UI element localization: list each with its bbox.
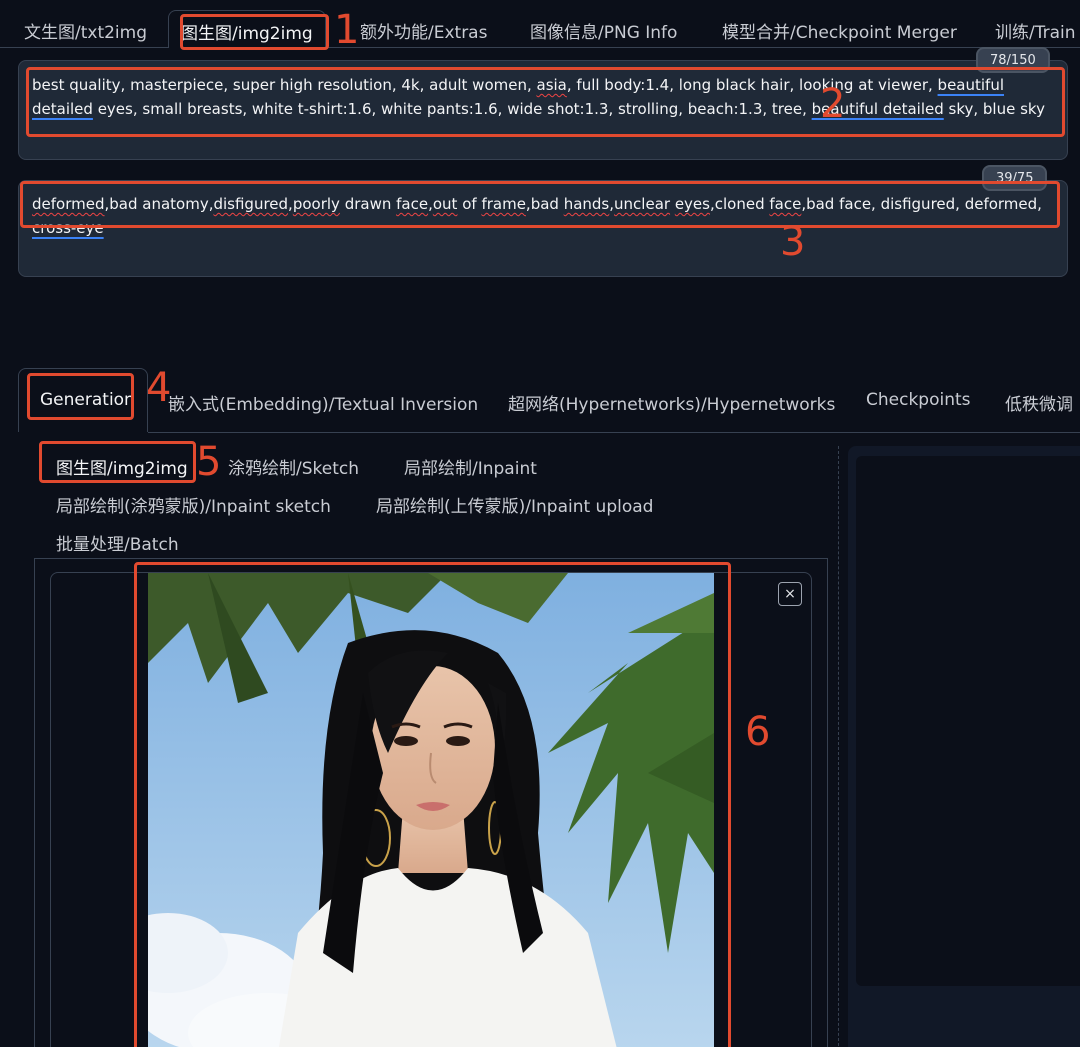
negative-prompt-text-segment: out bbox=[432, 195, 458, 213]
tab-checkpoints[interactable]: Checkpoints bbox=[866, 390, 971, 410]
prompt-text-segment: , full body:1.4, long black hair, lookin… bbox=[566, 76, 938, 94]
tab-hypernetworks[interactable]: 超网络(Hypernetworks)/Hypernetworks bbox=[508, 390, 835, 415]
prompt-text-segment: sky, blue sky bbox=[943, 100, 1045, 118]
prompt-text-segment: best quality, masterpiece, super high re… bbox=[32, 76, 537, 94]
prompt-textarea[interactable]: best quality, masterpiece, super high re… bbox=[32, 73, 1058, 121]
output-gallery bbox=[856, 456, 1080, 986]
tab-checkpoint-merger[interactable]: 模型合并/Checkpoint Merger bbox=[722, 18, 957, 43]
annotation-number-3: 3 bbox=[780, 219, 806, 265]
tab-lora[interactable]: 低秩微调 bbox=[1005, 390, 1073, 415]
negative-prompt-text-segment: of bbox=[457, 195, 482, 213]
negative-prompt-text-segment: unclear bbox=[614, 195, 671, 213]
tab-train[interactable]: 训练/Train bbox=[995, 18, 1076, 43]
negative-prompt-text-segment: eyes bbox=[674, 195, 710, 213]
negative-prompt-text-segment: drawn bbox=[339, 195, 397, 213]
negative-prompt-text-segment: poorly bbox=[292, 195, 340, 213]
negative-prompt-text-segment: face bbox=[396, 195, 429, 213]
negative-prompt-text-segment: hands bbox=[563, 195, 610, 213]
negative-prompt-text-segment: frame bbox=[481, 195, 526, 213]
negative-prompt-token-counter: 39/75 bbox=[982, 165, 1048, 191]
prompt-token-counter: 78/150 bbox=[976, 47, 1050, 73]
tab-txt2img[interactable]: 文生图/txt2img bbox=[24, 18, 147, 43]
tab-generation[interactable]: Generation bbox=[40, 390, 135, 410]
annotation-number-1: 1 bbox=[334, 7, 360, 53]
prompt-text-segment: eyes, small breasts, white t-shirt:1.6, … bbox=[92, 100, 812, 118]
negative-prompt-text-segment: ,bad face, disfigured, deformed, bbox=[801, 195, 1042, 213]
generation-tab-rule bbox=[148, 432, 1080, 433]
tab-extras[interactable]: 额外功能/Extras bbox=[360, 18, 487, 43]
annotation-number-5: 5 bbox=[196, 439, 222, 485]
annotation-number-2: 2 bbox=[820, 81, 846, 127]
prompt-text-segment: asia bbox=[536, 76, 567, 94]
input-image bbox=[148, 573, 714, 1047]
subtab-sketch[interactable]: 涂鸦绘制/Sketch bbox=[228, 454, 359, 479]
negative-prompt-text-segment: ,bad bbox=[525, 195, 564, 213]
subtab-inpaint-sketch[interactable]: 局部绘制(涂鸦蒙版)/Inpaint sketch bbox=[56, 492, 331, 517]
tab-textual-inversion[interactable]: 嵌入式(Embedding)/Textual Inversion bbox=[168, 390, 478, 415]
negative-prompt-text-segment: cross-eye bbox=[32, 219, 104, 237]
subtab-img2img[interactable]: 图生图/img2img bbox=[56, 454, 188, 479]
tab-png-info[interactable]: 图像信息/PNG Info bbox=[530, 18, 677, 43]
subtab-inpaint-upload[interactable]: 局部绘制(上传蒙版)/Inpaint upload bbox=[376, 492, 653, 517]
negative-prompt-text-segment: ,cloned bbox=[709, 195, 770, 213]
negative-prompt-text-segment: face bbox=[769, 195, 802, 213]
close-icon[interactable]: × bbox=[778, 582, 802, 606]
negative-prompt-textarea[interactable]: deformed,bad anatomy,disfigured,poorly d… bbox=[32, 192, 1058, 240]
portrait-photo-illustration bbox=[148, 573, 714, 1047]
subtab-inpaint[interactable]: 局部绘制/Inpaint bbox=[404, 454, 537, 479]
subtab-batch[interactable]: 批量处理/Batch bbox=[56, 530, 179, 555]
tab-img2img[interactable]: 图生图/img2img bbox=[168, 10, 326, 48]
negative-prompt-text-segment: deformed bbox=[32, 195, 105, 213]
negative-prompt-text-segment: ,bad anatomy, bbox=[104, 195, 214, 213]
annotation-number-4: 4 bbox=[146, 365, 172, 411]
top-tab-rule bbox=[0, 47, 1080, 48]
column-divider bbox=[838, 446, 839, 1047]
annotation-number-6: 6 bbox=[745, 709, 771, 755]
negative-prompt-text-segment: disfigured bbox=[213, 195, 289, 213]
